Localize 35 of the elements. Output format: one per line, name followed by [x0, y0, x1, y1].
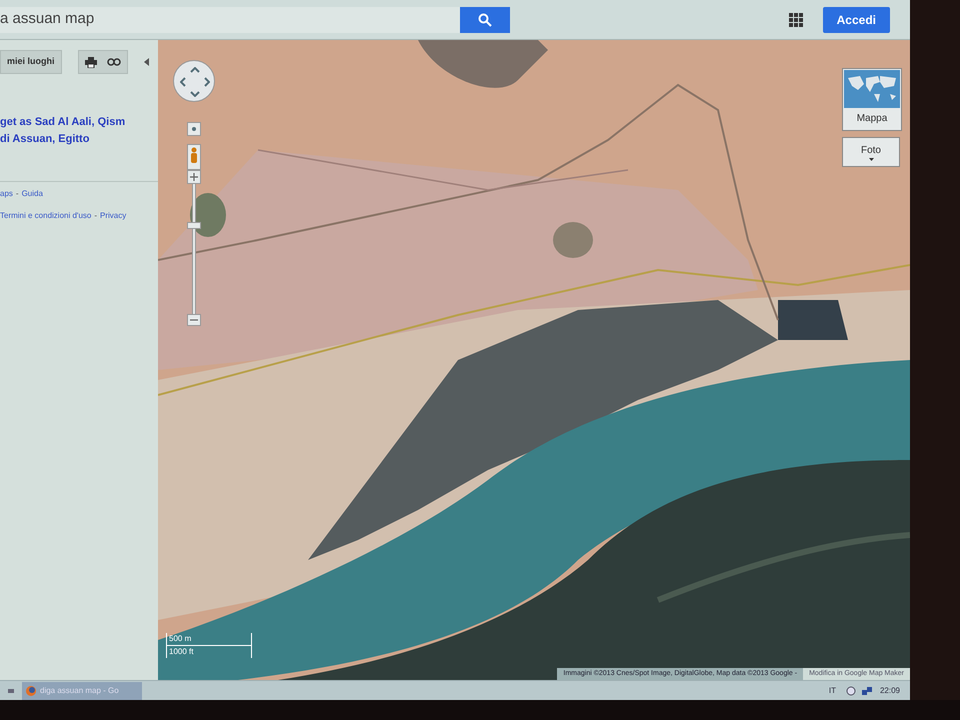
clock: 22:09: [880, 684, 900, 696]
link-separator: -: [94, 210, 98, 222]
link-separator: -: [16, 188, 19, 200]
start-icon[interactable]: [8, 688, 14, 692]
sign-in-button[interactable]: Accedi: [822, 6, 890, 32]
apps-grid-icon[interactable]: [788, 12, 803, 26]
zoom-out-button[interactable]: [187, 314, 201, 326]
pan-arrows-icon: [180, 67, 210, 97]
search-icon: [478, 12, 492, 26]
collapse-arrow-icon[interactable]: [144, 58, 149, 66]
footer-link[interactable]: aps: [0, 188, 13, 200]
footer-link[interactable]: Privacy: [100, 210, 126, 222]
language-indicator[interactable]: IT: [828, 684, 836, 696]
footer-link[interactable]: Termini e condizioni d'uso: [0, 210, 92, 222]
reset-view-button[interactable]: [187, 122, 201, 136]
search-button[interactable]: [460, 6, 510, 32]
network-icon[interactable]: [862, 686, 872, 694]
place-title-link[interactable]: get as Sad Al Aali, Qism: [0, 114, 158, 130]
world-map-icon: [844, 70, 900, 108]
footer-link[interactable]: Guida: [22, 188, 43, 200]
link-icon[interactable]: [106, 58, 121, 66]
print-icon[interactable]: [84, 56, 97, 68]
tray-icon[interactable]: [846, 686, 856, 696]
caret-icon: [868, 158, 874, 161]
scale-bar: 500 m 1000 ft: [166, 633, 252, 658]
zoom-in-button[interactable]: [187, 170, 201, 184]
pegman-button[interactable]: [187, 144, 201, 170]
browser-icon: [26, 686, 36, 696]
my-places-button[interactable]: miei luoghi: [0, 50, 62, 74]
place-title-link[interactable]: di Assuan, Egitto: [0, 130, 158, 147]
plus-icon: [190, 173, 198, 181]
search-field[interactable]: a assuan map: [0, 6, 460, 32]
minus-icon: [190, 319, 198, 321]
photo-dropdown-button[interactable]: Foto: [842, 137, 900, 167]
map-type-button[interactable]: Mappa: [842, 68, 902, 131]
